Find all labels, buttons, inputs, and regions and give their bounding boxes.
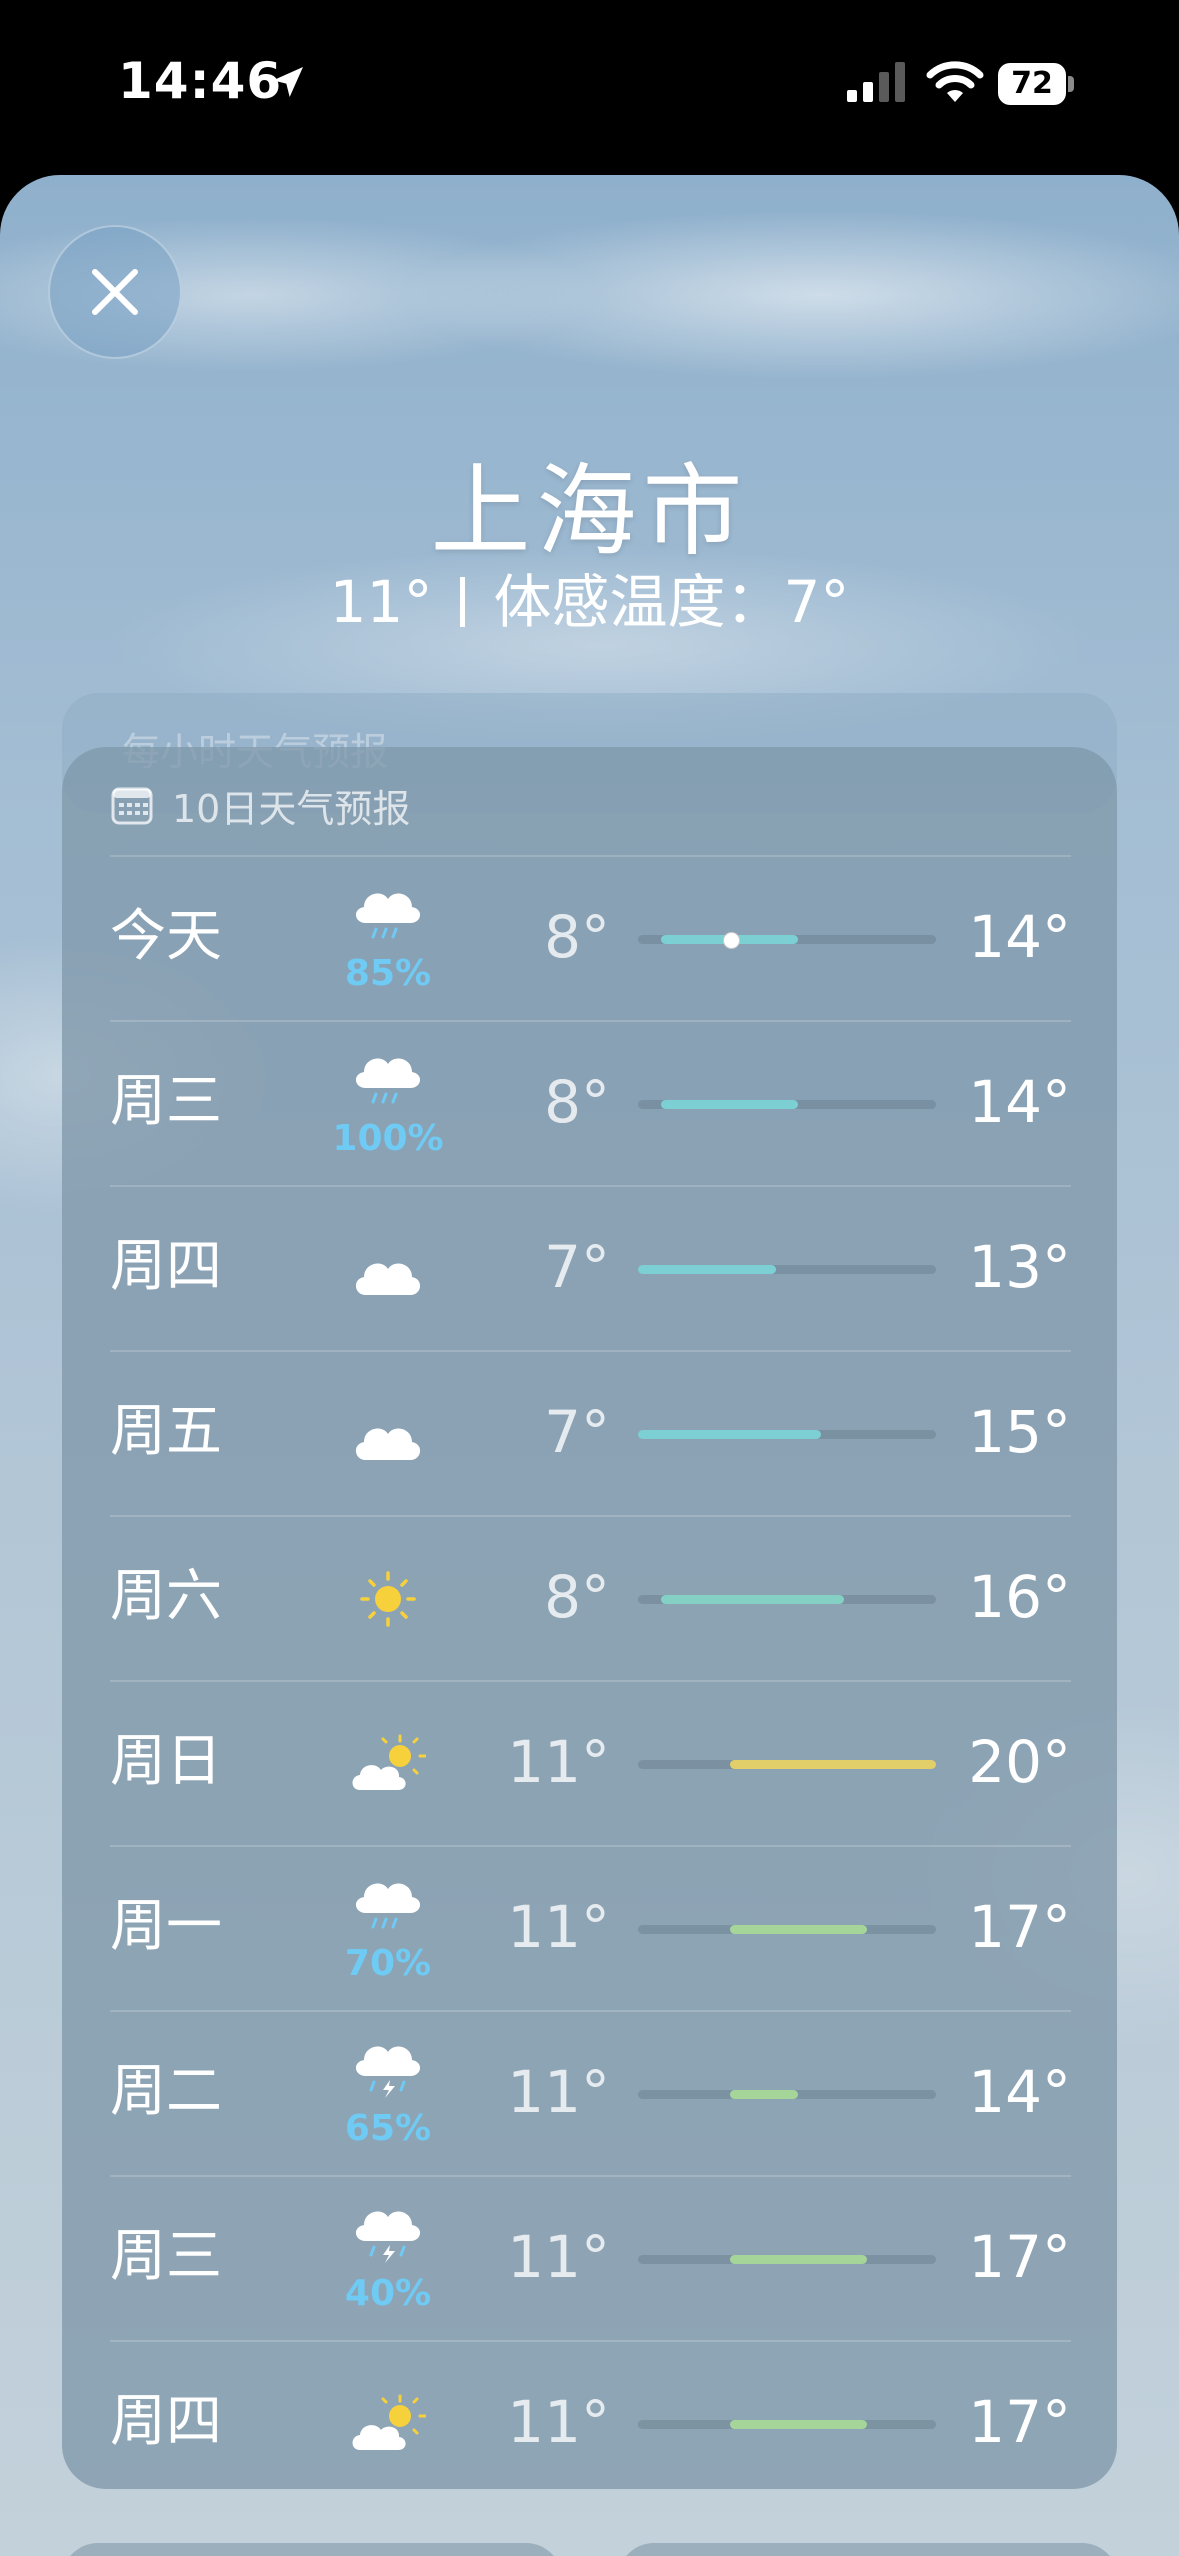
calendar-icon bbox=[111, 787, 153, 825]
forecast-row[interactable]: 周三 100% 8° 14° bbox=[110, 1020, 1071, 1187]
forecast-row[interactable]: 周五 7° 15° bbox=[110, 1350, 1071, 1517]
temperature-range-bar bbox=[638, 1265, 936, 1274]
high-temperature: 15° bbox=[968, 1398, 1071, 1466]
forecast-row[interactable]: 周三 40% 11° 17° bbox=[110, 2175, 1071, 2342]
high-temperature: 17° bbox=[968, 2223, 1071, 2291]
forecast-day: 周三 bbox=[110, 2224, 222, 2289]
feels-like: 体感温度：7° bbox=[493, 568, 850, 636]
forecast-day: 周三 bbox=[110, 1069, 222, 1134]
forecast-day: 周五 bbox=[110, 1399, 222, 1464]
forecast-day: 周一 bbox=[110, 1894, 222, 1959]
ten-day-forecast-card[interactable]: 10日天气预报 今天 85% 8° 14° 周三 100% 8° 14° 周四 7° 13° 周五 7°… bbox=[62, 747, 1117, 2489]
current-conditions: 11° 体感温度：7° bbox=[0, 555, 1179, 639]
forecast-row[interactable]: 周四 11° 17° bbox=[110, 2340, 1071, 2507]
forecast-day: 今天 bbox=[110, 904, 222, 969]
low-temperature: 11° bbox=[507, 1728, 610, 1796]
temperature-range-fill bbox=[729, 2090, 799, 2099]
temperature-range-fill bbox=[638, 1265, 776, 1274]
city-name: 上海市 bbox=[430, 453, 749, 570]
low-temperature: 8° bbox=[544, 903, 610, 971]
temperature-range-bar bbox=[638, 932, 936, 949]
high-temperature: 13° bbox=[968, 1233, 1071, 1301]
close-icon bbox=[92, 269, 138, 315]
status-time: 14:46 bbox=[118, 52, 283, 110]
temperature-range-bar bbox=[638, 2255, 936, 2264]
high-temperature: 20° bbox=[968, 1728, 1071, 1796]
low-temperature: 11° bbox=[507, 1893, 610, 1961]
close-button[interactable] bbox=[48, 225, 182, 359]
high-temperature: 17° bbox=[968, 1893, 1071, 1961]
temperature-range-bar bbox=[638, 1760, 936, 1769]
forecast-row[interactable]: 周二 65% 11° 14° bbox=[110, 2010, 1071, 2177]
high-temperature: 14° bbox=[968, 903, 1071, 971]
high-temperature: 14° bbox=[968, 1068, 1071, 1136]
forecast-row[interactable]: 今天 85% 8° 14° bbox=[110, 855, 1071, 1022]
bottom-card-left[interactable] bbox=[62, 2543, 562, 2556]
temperature-range-bar bbox=[638, 1430, 936, 1439]
location-arrow-icon bbox=[273, 67, 303, 97]
forecast-day: 周四 bbox=[110, 1234, 222, 1299]
forecast-row[interactable]: 周四 7° 13° bbox=[110, 1185, 1071, 1352]
wifi-icon bbox=[926, 61, 984, 102]
cellular-signal-icon bbox=[847, 62, 905, 102]
status-bar: 14:46 72 bbox=[0, 0, 1179, 175]
temperature-range-fill bbox=[729, 1760, 936, 1769]
forecast-day: 周六 bbox=[110, 1564, 222, 1629]
current-temperature: 11° bbox=[329, 568, 433, 636]
low-temperature: 8° bbox=[544, 1563, 610, 1631]
ten-day-forecast-header: 10日天气预报 bbox=[110, 775, 410, 835]
temperature-range-fill bbox=[729, 2255, 868, 2264]
high-temperature: 14° bbox=[968, 2058, 1071, 2126]
forecast-row[interactable]: 周一 70% 11° 17° bbox=[110, 1845, 1071, 2012]
temperature-range-fill bbox=[729, 2420, 868, 2429]
forecast-row[interactable]: 周六 8° 16° bbox=[110, 1515, 1071, 1682]
forecast-day: 周四 bbox=[110, 2389, 222, 2454]
temperature-range-bar bbox=[638, 1595, 936, 1604]
forecast-day: 周二 bbox=[110, 2059, 222, 2124]
low-temperature: 7° bbox=[544, 1233, 610, 1301]
low-temperature: 8° bbox=[544, 1068, 610, 1136]
low-temperature: 11° bbox=[507, 2058, 610, 2126]
temperature-range-fill bbox=[660, 1595, 845, 1604]
low-temperature: 7° bbox=[544, 1398, 610, 1466]
forecast-row[interactable]: 周日 11° 20° bbox=[110, 1680, 1071, 1847]
bottom-card-right[interactable] bbox=[618, 2543, 1118, 2556]
ten-day-forecast-title: 10日天气预报 bbox=[172, 786, 411, 831]
low-temperature: 11° bbox=[507, 2388, 610, 2456]
temperature-range-bar bbox=[638, 2420, 936, 2429]
forecast-day: 周日 bbox=[110, 1729, 222, 1794]
high-temperature: 17° bbox=[968, 2388, 1071, 2456]
separator bbox=[460, 576, 466, 627]
battery-level: 72 bbox=[998, 63, 1066, 105]
temperature-range-fill bbox=[660, 1100, 799, 1109]
temperature-range-bar bbox=[638, 1925, 936, 1934]
low-temperature: 11° bbox=[507, 2223, 610, 2291]
high-temperature: 16° bbox=[968, 1563, 1071, 1631]
temperature-range-bar bbox=[638, 2090, 936, 2099]
current-temperature-dot bbox=[722, 932, 740, 949]
temperature-range-fill bbox=[638, 1430, 822, 1439]
weather-sheet: 上海市 11°体感温度：7° 每小时天气预报 10日天气预报 今天85%8°14… bbox=[0, 175, 1179, 2556]
temperature-range-bar bbox=[638, 1100, 936, 1109]
temperature-range-fill bbox=[729, 1925, 868, 1934]
battery-icon: 72 bbox=[998, 63, 1074, 105]
